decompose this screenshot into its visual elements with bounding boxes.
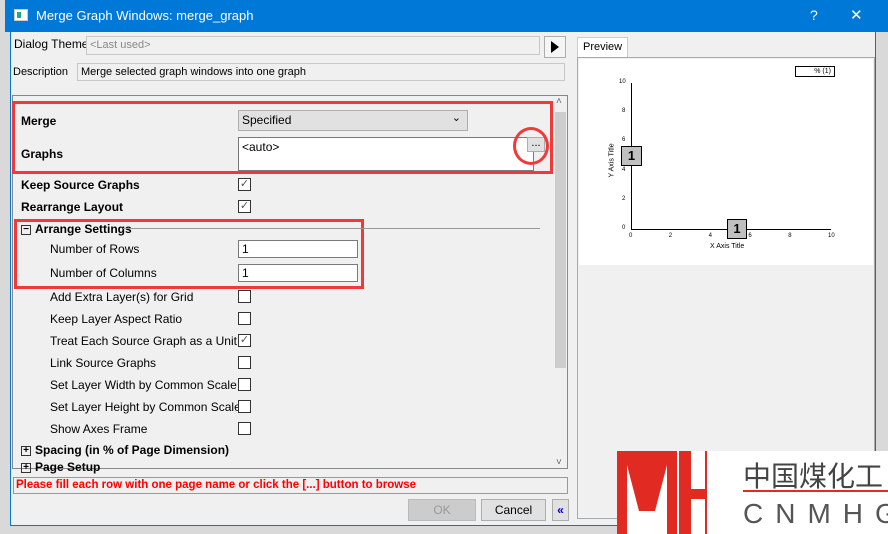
option-label: Set Layer Width by Common Scale [50,378,237,392]
layer-box-bottom: 1 [727,219,747,239]
y-tick-label: 10 [619,79,626,85]
columns-input[interactable]: 1 [238,264,358,282]
y-tick-label: 6 [622,137,626,144]
option-checkbox[interactable] [238,312,251,325]
theme-menu-button[interactable] [544,36,566,58]
preview-panel [577,57,875,519]
message-bar: Please fill each row with one page name … [13,477,568,494]
option-checkbox[interactable] [238,290,251,303]
y-tick-label: 2 [622,195,626,202]
option-checkbox[interactable]: ✓ [238,334,251,347]
spacing-group[interactable]: + Spacing (in % of Page Dimension) [21,443,229,457]
description-field: Merge selected graph windows into one gr… [77,63,565,81]
option-label: Treat Each Source Graph as a Unit [50,334,237,348]
legend-box: % (1) [795,66,835,77]
app-icon [14,9,28,21]
option-checkbox[interactable] [238,422,251,435]
merge-label: Merge [21,114,57,128]
expand-icon: + [21,462,31,473]
x-tick-label: 0 [629,233,633,239]
close-button[interactable]: ✕ [850,6,863,24]
x-tick-label: 10 [828,233,835,239]
expand-icon: + [21,445,31,456]
collapse-preview-button[interactable]: « [552,499,569,521]
watermark-en: CNMHG [743,498,888,529]
x-axis-title: X Axis Title [710,243,745,250]
title-bar: Merge Graph Windows: merge_graph ? ✕ [5,0,888,32]
x-tick-label: 8 [788,233,792,239]
layer-box-left: 1 [621,146,642,166]
preview-tab[interactable]: Preview [577,37,628,58]
keep-source-label: Keep Source Graphs [21,178,140,192]
collapse-icon: − [21,224,31,235]
columns-label: Number of Columns [50,266,157,280]
theme-input[interactable]: <Last used> [86,36,540,55]
chevron-down-icon: ⌄ [451,112,461,124]
keep-source-checkbox[interactable]: ✓ [238,178,251,191]
option-label: Show Axes Frame [50,422,148,436]
theme-label: Dialog Theme [14,37,89,51]
window-title: Merge Graph Windows: merge_graph [36,8,254,23]
option-label: Keep Layer Aspect Ratio [50,312,183,326]
spacing-label: Spacing (in % of Page Dimension) [35,443,230,457]
scrollbar[interactable]: ˄ ˅ [553,96,567,468]
rearrange-checkbox[interactable]: ✓ [238,200,251,213]
rows-input[interactable]: 1 [238,240,358,258]
play-icon [551,41,559,53]
arrange-settings-label: Arrange Settings [35,222,132,236]
browse-annotation-circle [513,127,549,165]
option-label: Link Source Graphs [50,356,157,370]
option-label: Add Extra Layer(s) for Grid [50,290,194,304]
group-divider [123,228,540,229]
page-setup-group[interactable]: + Page Setup [21,460,100,474]
rows-label: Number of Rows [50,242,140,256]
y-axis-title: Y Axis Title [608,143,616,178]
watermark-cn: 中国煤化工 [743,461,884,492]
ok-button[interactable]: OK [408,499,476,521]
merge-dropdown[interactable]: Specified ⌄ [238,110,468,131]
option-label: Set Layer Height by Common Scale [50,400,241,414]
cancel-button[interactable]: Cancel [481,499,546,521]
y-tick-label: 8 [622,108,626,115]
help-button[interactable]: ? [810,7,818,23]
x-tick-label: 4 [708,233,712,239]
watermark-logo: 中国煤化工 CNMHG [617,451,888,534]
graphs-label: Graphs [21,147,64,161]
graphs-input[interactable]: <auto> [238,137,534,171]
rearrange-label: Rearrange Layout [21,200,124,214]
y-tick-label: 4 [622,166,626,173]
option-checkbox[interactable] [238,400,251,413]
option-checkbox[interactable] [238,356,251,369]
y-tick-label: 0 [622,225,626,231]
mh-logo-icon [617,451,707,534]
page-setup-label: Page Setup [35,460,101,474]
description-label: Description [13,66,69,78]
arrange-settings-group[interactable]: − Arrange Settings [21,222,132,236]
x-tick-label: 6 [748,233,752,239]
x-tick-label: 2 [668,233,673,239]
option-checkbox[interactable] [238,378,251,391]
merge-value: Specified [242,113,292,127]
